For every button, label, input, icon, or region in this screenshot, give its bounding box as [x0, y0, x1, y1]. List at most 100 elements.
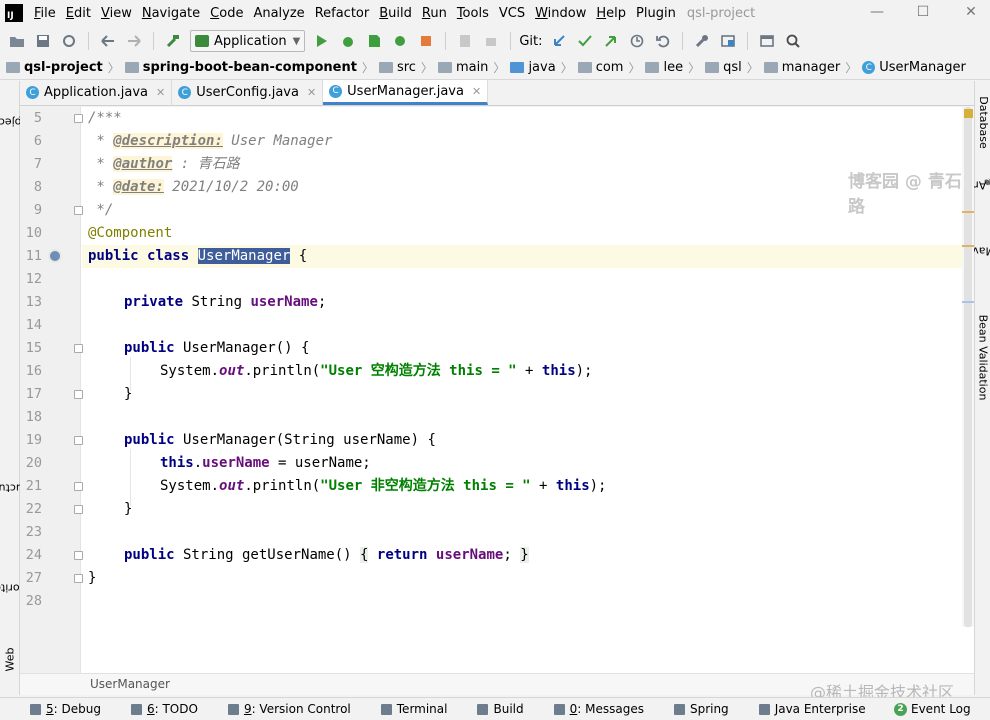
error-stripe-mark[interactable]	[962, 211, 974, 213]
menu-help[interactable]: Help	[591, 6, 631, 21]
menu-view[interactable]: View	[96, 6, 137, 21]
line-number: 23	[25, 524, 42, 540]
tool-window-ant[interactable]: 🐜Ant	[967, 165, 990, 205]
spring-bean-gutter-icon[interactable]	[48, 249, 62, 263]
git-commit-icon[interactable]	[574, 30, 596, 52]
menu-build[interactable]: Build	[374, 6, 417, 21]
tool-window-messages[interactable]: 0: Messages	[553, 702, 644, 716]
back-arrow-icon[interactable]	[97, 30, 119, 52]
build-hammer-icon[interactable]	[162, 30, 184, 52]
deploy-icon[interactable]	[480, 30, 502, 52]
git-rollback-icon[interactable]	[652, 30, 674, 52]
breadcrumb-item[interactable]: com	[577, 60, 623, 75]
breadcrumb-item[interactable]: qsl-project	[6, 60, 103, 75]
tool-window-debug[interactable]: 5: Debug	[30, 702, 101, 716]
tab-label: UserConfig.java	[196, 85, 299, 100]
line-number: 24	[25, 547, 42, 563]
debug-icon[interactable]	[337, 30, 359, 52]
minimize-button[interactable]: —	[866, 2, 888, 22]
menu-navigate[interactable]: Navigate	[137, 6, 205, 21]
maximize-button[interactable]: ☐	[912, 2, 934, 22]
menu-vcs[interactable]: VCS	[494, 6, 530, 21]
tool-window-database[interactable]: Database	[975, 87, 990, 157]
line-number: 20	[25, 455, 42, 471]
search-icon[interactable]	[782, 30, 804, 52]
menu-code[interactable]: Code	[205, 6, 248, 21]
tool-window-favorites[interactable]: 2: Favorites	[0, 543, 45, 633]
close-icon[interactable]: ✕	[472, 85, 481, 98]
menu-run[interactable]: Run	[417, 6, 452, 21]
menu-edit[interactable]: Edit	[61, 6, 96, 21]
open-folder-icon[interactable]	[6, 30, 28, 52]
footer-class-name[interactable]: UserManager	[90, 677, 170, 691]
tool-window-maven[interactable]: mMaven	[958, 221, 990, 281]
line-number: 21	[25, 478, 42, 494]
profile-icon[interactable]	[389, 30, 411, 52]
menu-analyze[interactable]: Analyze	[248, 6, 309, 21]
breadcrumb-item[interactable]: main	[437, 60, 488, 75]
vertical-scrollbar[interactable]	[962, 107, 974, 627]
indent-guide	[130, 449, 131, 506]
scrollbar-thumb[interactable]	[964, 107, 972, 627]
package-icon	[763, 62, 778, 73]
tab-application-java[interactable]: C Application.java ✕	[20, 80, 173, 105]
code-line: @Component	[82, 222, 962, 245]
project-structure-icon[interactable]	[717, 30, 739, 52]
code-editor[interactable]: 5 6 7 8 9 10 11 12 13 14 15 16 17 18 19 20 21 22 23 24 27 28 …	[20, 107, 974, 673]
tool-window-java-enterprise[interactable]: Java Enterprise	[758, 702, 866, 716]
tool-window-build[interactable]: Build	[477, 702, 524, 716]
close-icon[interactable]: ✕	[307, 86, 316, 99]
breadcrumb-item[interactable]: C UserManager	[862, 60, 966, 75]
git-push-icon[interactable]	[600, 30, 622, 52]
breadcrumb-item[interactable]: qsl	[705, 60, 742, 75]
breadcrumb-item[interactable]: java	[510, 60, 556, 75]
selected-class-name[interactable]: UserManager	[197, 248, 291, 264]
close-icon[interactable]: ✕	[156, 86, 165, 99]
run-configuration-select[interactable]: Application ▼	[190, 30, 306, 52]
menu-file[interactable]: File	[29, 6, 61, 21]
tab-label: UserManager.java	[347, 83, 464, 99]
breadcrumb-separator: 〉	[746, 61, 759, 75]
tool-window-project[interactable]: 1: Project	[0, 87, 39, 157]
right-tool-stripe: Database 🐜Ant mMaven Bean Validation	[958, 81, 990, 695]
coverage-icon[interactable]	[363, 30, 385, 52]
menu-tools[interactable]: Tools	[452, 6, 494, 21]
tool-window-bean-validation[interactable]: Bean Validation	[975, 307, 990, 407]
tool-window-structure[interactable]: 7: Structure	[0, 443, 46, 533]
save-all-icon[interactable]	[32, 30, 54, 52]
attach-debugger-icon[interactable]	[454, 30, 476, 52]
close-button[interactable]: ✕	[960, 2, 982, 22]
tool-window-version-control[interactable]: 9: Version Control	[227, 702, 351, 716]
tool-window-spring[interactable]: Spring	[673, 702, 729, 716]
breadcrumb-item[interactable]: lee	[645, 60, 683, 75]
synchronize-icon[interactable]	[58, 30, 80, 52]
breadcrumb-item[interactable]: src	[378, 60, 416, 75]
git-update-icon[interactable]	[548, 30, 570, 52]
event-log-button[interactable]: 2 Event Log	[894, 702, 971, 716]
menu-window[interactable]: Window	[530, 6, 591, 21]
tool-window-icon	[673, 703, 685, 715]
line-number: 6	[33, 133, 42, 149]
toolbar-separator	[88, 32, 89, 50]
error-stripe-mark[interactable]	[962, 301, 974, 303]
tab-usermanager-java[interactable]: C UserManager.java ✕	[323, 80, 489, 105]
tool-window-todo[interactable]: 6: TODO	[130, 702, 198, 716]
tool-window-terminal[interactable]: Terminal	[380, 702, 447, 716]
presentation-icon[interactable]	[756, 30, 778, 52]
error-stripe-mark[interactable]	[962, 245, 974, 247]
menu-refactor[interactable]: Refactor	[310, 6, 375, 21]
inspection-status-icon[interactable]	[964, 109, 973, 118]
settings-wrench-icon[interactable]	[691, 30, 713, 52]
breadcrumb-item[interactable]: manager	[763, 60, 840, 75]
git-history-icon[interactable]	[626, 30, 648, 52]
tab-userconfig-java[interactable]: C UserConfig.java ✕	[172, 80, 324, 105]
tool-window-web[interactable]: Web	[0, 641, 20, 677]
stop-icon[interactable]	[415, 30, 437, 52]
menu-plugin[interactable]: Plugin	[631, 6, 681, 21]
breadcrumb-separator: 〉	[493, 61, 506, 75]
code-text: @Component	[88, 225, 173, 241]
run-icon[interactable]	[311, 30, 333, 52]
code-area[interactable]: /*** * @description: User Manager * @aut…	[82, 107, 962, 673]
forward-arrow-icon[interactable]	[123, 30, 145, 52]
breadcrumb-item[interactable]: spring-boot-bean-component	[124, 60, 357, 75]
